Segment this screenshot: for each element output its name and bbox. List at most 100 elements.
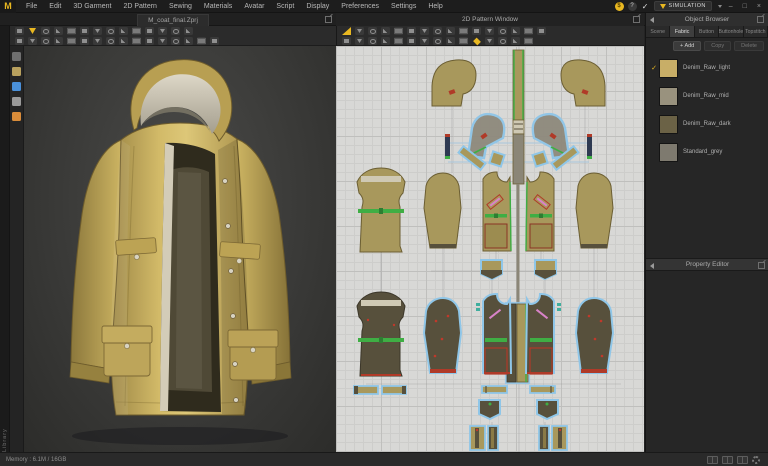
tool-icon[interactable]: [132, 37, 141, 45]
tool-icon[interactable]: [446, 37, 455, 45]
fabric-swatch[interactable]: [659, 115, 678, 134]
tool-icon[interactable]: [15, 27, 24, 35]
tool-icon[interactable]: [197, 37, 206, 45]
folder-icon[interactable]: [12, 67, 21, 76]
copy-fabric-button[interactable]: Copy: [704, 41, 731, 51]
tool-icon[interactable]: [342, 37, 351, 45]
viewport-2d[interactable]: [336, 46, 644, 452]
tool-icon[interactable]: [132, 27, 141, 35]
tool-icon[interactable]: [537, 27, 546, 35]
simulation-dropdown-icon[interactable]: [718, 5, 722, 8]
detach-pe-icon[interactable]: [758, 262, 765, 269]
tool-icon[interactable]: [145, 37, 154, 45]
tab-topstitch[interactable]: Topstitch: [744, 26, 768, 37]
fabric-swatch[interactable]: [659, 87, 678, 106]
collapse-pe-icon[interactable]: [650, 263, 654, 269]
tool-icon[interactable]: [368, 37, 377, 45]
menu-edit[interactable]: Edit: [43, 0, 67, 13]
fabric-icon[interactable]: [12, 82, 21, 91]
tool-icon[interactable]: [342, 27, 351, 35]
menu-3d-garment[interactable]: 3D Garment: [67, 0, 117, 13]
menu-display[interactable]: Display: [300, 0, 335, 13]
pattern-pieces-left-bottom[interactable]: [424, 294, 511, 450]
tool-icon[interactable]: [446, 27, 455, 35]
tool-icon[interactable]: [524, 37, 533, 45]
layout-2d-icon[interactable]: [737, 456, 748, 464]
tool-icon[interactable]: [28, 27, 37, 35]
menu-2d-pattern[interactable]: 2D Pattern: [117, 0, 162, 13]
project-tab[interactable]: M_coat_final.Zprj: [137, 14, 209, 26]
tab-scene[interactable]: Scene: [646, 26, 670, 37]
tool-icon[interactable]: [80, 37, 89, 45]
tool-icon[interactable]: [93, 27, 102, 35]
detach-2d-icon[interactable]: [633, 16, 640, 23]
menu-script[interactable]: Script: [270, 0, 300, 13]
tool-icon[interactable]: [355, 37, 364, 45]
tool-icon[interactable]: [67, 37, 76, 45]
tool-icon[interactable]: [41, 37, 50, 45]
garment-icon[interactable]: [12, 52, 21, 61]
fabric-list-item[interactable]: Denim_Raw_dark: [646, 110, 768, 138]
tool-icon[interactable]: [433, 37, 442, 45]
account-icon[interactable]: ?: [628, 2, 637, 11]
tab-fabric[interactable]: Fabric: [670, 26, 694, 37]
pattern-back-panel[interactable]: [357, 168, 405, 252]
tool-icon[interactable]: [119, 37, 128, 45]
viewport-3d[interactable]: [24, 46, 336, 452]
detach-3d-icon[interactable]: [325, 16, 332, 23]
tool-icon[interactable]: [368, 27, 377, 35]
fabric-list-item[interactable]: Denim_Raw_mid: [646, 82, 768, 110]
tool-icon[interactable]: [355, 27, 364, 35]
tool-icon[interactable]: [472, 37, 481, 45]
tool-icon[interactable]: [158, 27, 167, 35]
pattern-pieces-left-top[interactable]: [424, 60, 511, 279]
tool-icon[interactable]: [394, 37, 403, 45]
tool-icon[interactable]: [433, 27, 442, 35]
tool-icon[interactable]: [485, 27, 494, 35]
tool-icon[interactable]: [145, 27, 154, 35]
tool-icon[interactable]: [381, 37, 390, 45]
fabric-swatch[interactable]: [659, 143, 678, 162]
tool-icon[interactable]: [15, 37, 24, 45]
tool-icon[interactable]: [407, 37, 416, 45]
tool-icon[interactable]: [459, 27, 468, 35]
menu-preferences[interactable]: Preferences: [335, 0, 385, 13]
tool-icon[interactable]: [407, 27, 416, 35]
tab-button[interactable]: Button: [695, 26, 719, 37]
hardware-icon[interactable]: [12, 97, 21, 106]
tool-icon[interactable]: [459, 37, 468, 45]
layout-split-icon[interactable]: [707, 456, 718, 464]
avatar-icon[interactable]: [12, 112, 21, 121]
tool-icon[interactable]: [381, 27, 390, 35]
tool-icon[interactable]: [184, 37, 193, 45]
tool-icon[interactable]: [511, 37, 520, 45]
tool-icon[interactable]: [171, 27, 180, 35]
tool-icon[interactable]: [67, 27, 76, 35]
detach-ob-icon[interactable]: [757, 16, 764, 23]
library-vertical-label[interactable]: Library: [2, 40, 8, 452]
tool-icon[interactable]: [158, 37, 167, 45]
menu-avatar[interactable]: Avatar: [238, 0, 270, 13]
pattern-bottom-tabs[interactable]: [470, 426, 498, 450]
tool-icon[interactable]: [184, 27, 193, 35]
tool-icon[interactable]: [498, 37, 507, 45]
tool-icon[interactable]: [80, 27, 89, 35]
tool-icon[interactable]: [498, 27, 507, 35]
tool-icon[interactable]: [54, 27, 63, 35]
tool-icon[interactable]: [171, 37, 180, 45]
tool-icon[interactable]: [41, 27, 50, 35]
minimize-button[interactable]: –: [726, 0, 736, 13]
app-logo[interactable]: M: [0, 0, 16, 13]
menu-help[interactable]: Help: [422, 0, 448, 13]
tab-buttonhole[interactable]: Buttonhole: [719, 26, 743, 37]
menu-file[interactable]: File: [20, 0, 43, 13]
brush-icon[interactable]: ✓: [641, 2, 650, 11]
pattern-back-panel-lining[interactable]: [354, 292, 406, 394]
close-button[interactable]: ×: [754, 0, 764, 13]
fabric-list-item[interactable]: Standard_grey: [646, 138, 768, 166]
tool-icon[interactable]: [210, 37, 219, 45]
layout-3d-icon[interactable]: [722, 456, 733, 464]
tool-icon[interactable]: [420, 27, 429, 35]
tool-icon[interactable]: [106, 27, 115, 35]
gear-icon[interactable]: [752, 456, 760, 464]
